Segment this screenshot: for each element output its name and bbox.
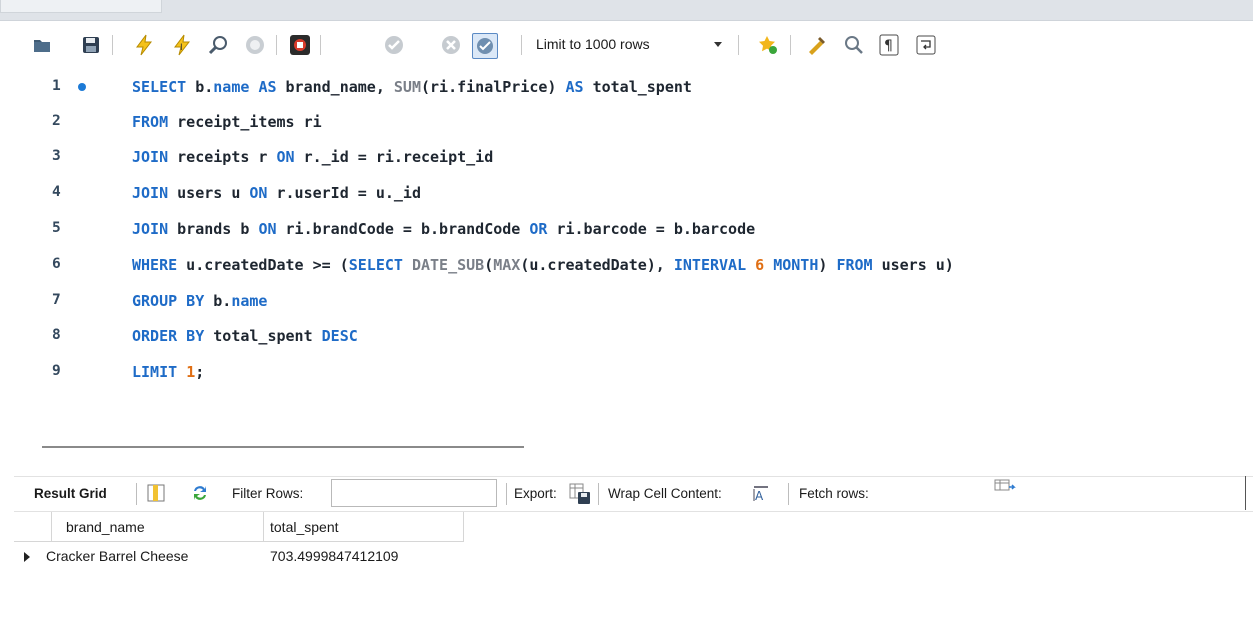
table-cell[interactable]: 703.4999847412109 [266,543,466,569]
code-line: 9 LIMIT 1; [0,361,1253,387]
code-line: 8 ORDER BY total_spent DESC [0,325,1253,351]
line-number: 2 [52,113,61,129]
svg-text:A: A [755,489,764,503]
invisible-chars-icon[interactable]: ¶ [877,33,901,57]
query-tab[interactable] [0,0,162,13]
find-icon[interactable] [842,33,866,57]
tab-strip [0,0,1253,21]
line-number: 9 [52,363,61,379]
chevron-down-icon[interactable] [714,42,722,47]
line-number: 5 [52,220,61,236]
statement-marker-icon [78,83,86,91]
panel-edge [1245,476,1253,510]
form-editor-icon[interactable] [147,483,165,506]
line-number: 1 [52,78,61,94]
column-header-brand-name[interactable]: brand_name [52,512,264,542]
fetch-rows-label: Fetch rows: [799,486,869,501]
result-grid-tab[interactable]: Result Grid [34,486,107,501]
toggle-output-icon[interactable] [288,33,312,57]
line-number: 4 [52,184,61,200]
code-line: 5 JOIN brands b ON ri.brandCode = b.bran… [0,218,1253,244]
result-toolbar: Result Grid Filter Rows: Export: Wrap Ce… [14,476,1253,512]
line-number: 3 [52,148,61,164]
code-line: 1 SELECT b.name AS brand_name, SUM(ri.fi… [0,76,1253,102]
save-icon[interactable] [79,33,103,57]
code-line: 4 JOIN users u ON r.userId = u._id [0,182,1253,208]
code-line: 2 FROM receipt_items ri [0,111,1253,137]
line-number: 7 [52,292,61,308]
refresh-icon[interactable] [190,483,210,506]
column-header-total-spent[interactable]: total_spent [264,512,464,542]
row-header-corner [14,512,52,542]
word-wrap-icon[interactable] [914,33,938,57]
open-folder-icon[interactable] [30,33,54,57]
stop-icon[interactable] [243,33,267,57]
code-text: SELECT b.name AS brand_name, SUM(ri.fina… [132,78,692,96]
execute-icon[interactable] [132,33,156,57]
beautify-icon[interactable] [805,33,829,57]
sql-editor-toolbar: I Limit to 1000 rows ¶ [0,21,1253,67]
line-number: 6 [52,256,61,272]
filter-rows-label: Filter Rows: [232,486,304,501]
svg-text:I: I [180,43,183,53]
explain-icon[interactable] [206,33,230,57]
filter-rows-input[interactable] [331,479,497,507]
export-label: Export: [514,486,557,501]
code-text: ORDER BY total_spent DESC [132,327,358,345]
code-text: FROM receipt_items ri [132,113,322,131]
wrap-cell-content-label: Wrap Cell Content: [608,486,722,501]
rollback-icon[interactable] [439,33,463,57]
table-cell[interactable]: Cracker Barrel Cheese [42,543,264,569]
svg-text:¶: ¶ [884,38,893,54]
export-icon[interactable] [569,483,591,508]
wrap-cell-icon[interactable]: A [751,483,771,506]
bookmark-icon[interactable] [756,33,780,57]
code-text: JOIN users u ON r.userId = u._id [132,184,421,202]
limit-rows-select[interactable]: Limit to 1000 rows [536,36,650,52]
line-number: 8 [52,327,61,343]
commit-icon[interactable] [382,33,406,57]
sql-editor[interactable]: 1 SELECT b.name AS brand_name, SUM(ri.fi… [0,68,1253,428]
code-line: 7 GROUP BY b.name [0,290,1253,316]
code-text: GROUP BY b.name [132,292,268,310]
fetch-rows-icon[interactable] [994,479,1016,498]
code-text: JOIN receipts r ON r._id = ri.receipt_id [132,148,494,166]
execute-current-icon[interactable]: I [170,33,194,57]
code-line: 6 WHERE u.createdDate >= (SELECT DATE_SU… [0,254,1253,280]
current-row-arrow-icon [24,552,30,562]
code-text: JOIN brands b ON ri.brandCode = b.brandC… [132,220,756,238]
code-text: WHERE u.createdDate >= (SELECT DATE_SUB(… [132,256,954,274]
autocommit-icon[interactable] [472,33,498,59]
code-text: LIMIT 1; [132,363,205,381]
code-line: 3 JOIN receipts r ON r._id = ri.receipt_… [0,146,1253,172]
panel-splitter[interactable] [42,446,524,448]
